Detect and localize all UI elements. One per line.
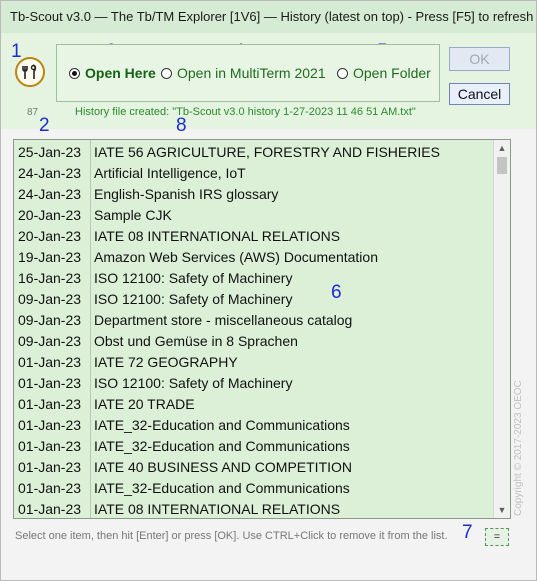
radio-open-folder[interactable]: Open Folder — [337, 65, 431, 81]
list-item-name: IATE 08 INTERNATIONAL RELATIONS — [94, 228, 341, 244]
list-item-name: English-Spanish IRS glossary — [94, 186, 279, 202]
radio-unselected-icon — [337, 67, 348, 79]
list-item-name: IATE 08 INTERNATIONAL RELATIONS — [94, 501, 341, 517]
copyright-text: Copyright © 2017-2023 OEOC — [513, 380, 524, 516]
list-item-date: 20-Jan-23 — [18, 228, 82, 244]
list-item-date: 09-Jan-23 — [18, 291, 82, 307]
list-item[interactable]: 01-Jan-23 IATE_32-Education and Communica… — [14, 435, 493, 456]
list-item[interactable]: 16-Jan-23 ISO 12100: Safety of Machinery — [14, 267, 493, 288]
list-item[interactable]: 01-Jan-23 IATE 08 INTERNATIONAL RELATIONS — [14, 498, 493, 518]
list-item-date: 24-Jan-23 — [18, 165, 82, 181]
list-item-name: Sample CJK — [94, 207, 172, 223]
list-item-name: ISO 12100: Safety of Machinery — [94, 270, 293, 286]
list-item[interactable]: 01-Jan-23 IATE_32-Education and Communica… — [14, 477, 493, 498]
vertical-scrollbar[interactable]: ▲ ▼ — [493, 140, 510, 518]
radio-open-multiterm[interactable]: Open in MultiTerm 2021 — [161, 65, 326, 81]
list-item-date: 01-Jan-23 — [18, 480, 82, 496]
list-item[interactable]: 20-Jan-23 Sample CJK — [14, 204, 493, 225]
chevron-down-icon[interactable]: ▼ — [494, 502, 510, 518]
scrollbar-thumb[interactable] — [497, 157, 507, 174]
list-item-date: 09-Jan-23 — [18, 333, 82, 349]
list-item-name: ISO 12100: Safety of Machinery — [94, 375, 293, 391]
list-item-date: 01-Jan-23 — [18, 438, 82, 454]
annotation-2: 2 — [39, 115, 50, 136]
list-item-name: IATE_32-Education and Communications — [94, 438, 350, 454]
annotation-7: 7 — [462, 522, 473, 543]
ok-button[interactable]: OK — [449, 47, 510, 71]
radio-unselected-icon — [161, 67, 172, 79]
annotation-6: 6 — [331, 282, 342, 303]
equals-button[interactable]: = — [485, 528, 509, 546]
history-window: Tb-Scout v3.0 — The Tb/TM Explorer [1V6]… — [0, 0, 537, 581]
list-item-date: 09-Jan-23 — [18, 312, 82, 328]
history-count: 87 — [27, 107, 39, 118]
list-item-date: 25-Jan-23 — [18, 144, 82, 160]
list-item[interactable]: 01-Jan-23 IATE 72 GEOGRAPHY — [14, 351, 493, 372]
radio-open-here-label: Open Here — [85, 65, 156, 81]
list-item[interactable]: 24-Jan-23 Artificial Intelligence, IoT — [14, 162, 493, 183]
chevron-up-icon[interactable]: ▲ — [494, 140, 510, 156]
list-item-date: 01-Jan-23 — [18, 396, 82, 412]
list-item-name: IATE_32-Education and Communications — [94, 417, 350, 433]
list-item-name: Obst und Gemüse in 8 Sprachen — [94, 333, 298, 349]
list-item[interactable]: 01-Jan-23 ISO 12100: Safety of Machinery — [14, 372, 493, 393]
list-item-name: IATE 56 AGRICULTURE, FORESTRY AND FISHER… — [94, 144, 440, 160]
list-item-name: ISO 12100: Safety of Machinery — [94, 291, 293, 307]
list-item[interactable]: 09-Jan-23 ISO 12100: Safety of Machinery — [14, 288, 493, 309]
list-item-name: Amazon Web Services (AWS) Documentation — [94, 249, 378, 265]
list-item-date: 16-Jan-23 — [18, 270, 82, 286]
radio-selected-icon — [69, 67, 80, 79]
list-item[interactable]: 19-Jan-23 Amazon Web Services (AWS) Docum… — [14, 246, 493, 267]
list-item[interactable]: 20-Jan-23 IATE 08 INTERNATIONAL RELATIONS — [14, 225, 493, 246]
annotation-8: 8 — [176, 115, 187, 136]
list-item-date: 01-Jan-23 — [18, 417, 82, 433]
radio-open-folder-label: Open Folder — [353, 65, 431, 81]
list-item-date: 24-Jan-23 — [18, 186, 82, 202]
window-title: Tb-Scout v3.0 — The Tb/TM Explorer [1V6]… — [1, 1, 536, 33]
tools-icon[interactable] — [15, 57, 45, 87]
list-item-name: IATE 40 BUSINESS AND COMPETITION — [94, 459, 353, 475]
list-item-name: IATE_32-Education and Communications — [94, 480, 350, 496]
list-item-name: Department store - miscellaneous catalog — [94, 312, 353, 328]
list-item-date: 20-Jan-23 — [18, 207, 82, 223]
history-file-label: History file created: "Tb-Scout v3.0 his… — [75, 106, 416, 118]
list-item[interactable]: 01-Jan-23 IATE_32-Education and Communica… — [14, 414, 493, 435]
cancel-button[interactable]: Cancel — [449, 83, 510, 105]
list-item-name: Artificial Intelligence, IoT — [94, 165, 246, 181]
list-item[interactable]: 01-Jan-23 IATE 40 BUSINESS AND COMPETITIO… — [14, 456, 493, 477]
list-item[interactable]: 09-Jan-23 Obst und Gemüse in 8 Sprachen — [14, 330, 493, 351]
list-item-date: 01-Jan-23 — [18, 354, 82, 370]
list-item[interactable]: 24-Jan-23 English-Spanish IRS glossary — [14, 183, 493, 204]
list-item-date: 01-Jan-23 — [18, 501, 82, 517]
list-item-date: 01-Jan-23 — [18, 375, 82, 391]
list-item-name: IATE 20 TRADE — [94, 396, 195, 412]
list-item-name: IATE 72 GEOGRAPHY — [94, 354, 238, 370]
list-item-date: 01-Jan-23 — [18, 459, 82, 475]
history-list[interactable]: 25-Jan-23 IATE 56 AGRICULTURE, FORESTRY A… — [13, 139, 511, 519]
instruction-hint: Select one item, then hit [Enter] or pre… — [15, 530, 448, 542]
list-item[interactable]: 09-Jan-23 Department store - miscellaneou… — [14, 309, 493, 330]
list-item[interactable]: 25-Jan-23 IATE 56 AGRICULTURE, FORESTRY A… — [14, 141, 493, 162]
list-item[interactable]: 01-Jan-23 IATE 20 TRADE — [14, 393, 493, 414]
radio-open-here[interactable]: Open Here — [69, 65, 156, 81]
radio-open-multiterm-label: Open in MultiTerm 2021 — [177, 65, 326, 81]
list-item-date: 19-Jan-23 — [18, 249, 82, 265]
